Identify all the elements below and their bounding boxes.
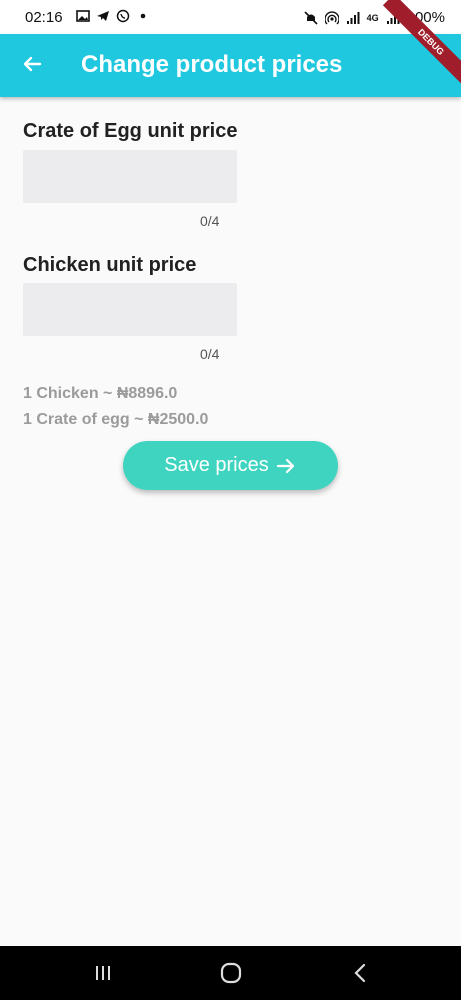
egg-price-label: Crate of Egg unit price: [23, 120, 238, 142]
system-nav-bar: [0, 946, 461, 1000]
save-prices-label: Save prices: [164, 454, 269, 476]
chicken-price-label: Chicken unit price: [23, 254, 197, 276]
chicken-current-price: 1 Chicken ~ ₦8896.0: [23, 385, 178, 402]
image-icon: [76, 9, 90, 23]
egg-price-counter: 0/4: [200, 213, 220, 229]
arrow-back-icon[interactable]: [20, 52, 44, 76]
arrow-forward-icon: [275, 455, 297, 477]
network-type-label: 4G: [366, 12, 379, 23]
status-time: 02:16: [25, 9, 63, 26]
chicken-price-input[interactable]: [23, 283, 237, 336]
status-left-icons: [76, 9, 150, 23]
app-bar: Change product prices: [0, 34, 461, 97]
recent-apps-icon[interactable]: [90, 960, 116, 986]
save-prices-button[interactable]: Save prices: [123, 441, 338, 490]
egg-price-input[interactable]: [23, 150, 237, 203]
hotspot-icon: [323, 10, 340, 25]
whatsapp-icon: [116, 9, 130, 23]
chicken-price-counter: 0/4: [200, 346, 220, 362]
dot-icon: [136, 9, 150, 23]
page-title: Change product prices: [81, 51, 343, 78]
mute-icon: [304, 10, 318, 25]
telegram-icon: [96, 9, 110, 23]
signal-icon: [346, 11, 360, 25]
home-icon[interactable]: [218, 960, 244, 986]
egg-current-price: 1 Crate of egg ~ ₦2500.0: [23, 411, 209, 428]
back-icon[interactable]: [347, 960, 373, 986]
